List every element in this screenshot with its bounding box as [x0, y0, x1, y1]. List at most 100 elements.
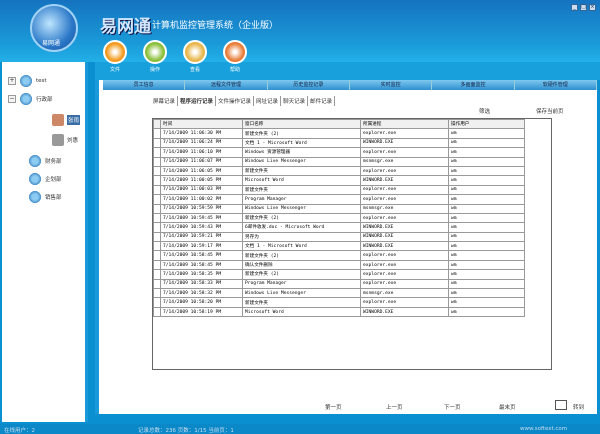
first-page-link[interactable]: 第一页 [325, 403, 342, 411]
records-grid: 时间 窗口名称 所属进程 操作用户 7/14/2009 11:06:30 PM 新建文件夹… [152, 118, 552, 370]
tab-4[interactable]: 多画面监控 [432, 80, 515, 90]
table-cell: msnmsgr.exe [360, 156, 449, 167]
table-row[interactable]: 7/14/2009 10:58:20 PM 新建文件夹 explorer.exe wm [153, 297, 525, 308]
user-computer-icon [52, 134, 64, 146]
row-selector[interactable] [153, 288, 161, 299]
row-selector[interactable] [153, 128, 161, 139]
goto-button[interactable]: 转到 [573, 403, 584, 411]
table-row[interactable]: 7/14/2009 10:58:45 PM 新建文件夹 (2) explorer.e… [153, 250, 525, 261]
table-cell: 文档 1 - Microsoft Word [242, 137, 361, 149]
row-selector[interactable] [153, 231, 161, 243]
table-row[interactable]: 7/14/2009 10:59:17 PM 文档 1 - Microsoft Wo… [153, 241, 525, 252]
expand-toggle[interactable]: + [8, 77, 16, 85]
row-selector[interactable] [153, 278, 161, 290]
row-selector[interactable] [153, 241, 161, 252]
row-selector[interactable] [153, 194, 161, 205]
row-selector-header [153, 118, 161, 130]
column-header[interactable]: 操作用户 [448, 118, 525, 130]
row-selector[interactable] [153, 306, 161, 318]
table-cell: Program Manager [242, 278, 361, 290]
tree-node-finance[interactable]: 财务部 [45, 157, 62, 165]
table-cell: 7/14/2009 11:06:30 PM [160, 128, 243, 139]
status-bar: 在线用户：2 记录总数：236 页数：1/15 当前页：1 www.softex… [0, 424, 600, 434]
toolbar-button-1[interactable]: 操作 [140, 40, 170, 73]
maximize-button[interactable]: □ [580, 4, 587, 11]
subtab-2[interactable]: 文件操作记录 [216, 96, 255, 106]
table-row[interactable]: 7/14/2009 11:00:05 PM Microsoft Word WINWO… [153, 175, 525, 186]
tree-node-user2[interactable]: 刘惠 [67, 136, 78, 144]
table-row[interactable]: 7/14/2009 10:58:35 PM 新建文件夹 (2) explorer.e… [153, 269, 525, 280]
toolbar-label: 查看 [189, 67, 200, 73]
toolbar-button-0[interactable]: 文件 [100, 40, 130, 73]
column-header[interactable]: 窗口名称 [242, 118, 361, 130]
row-selector[interactable] [153, 147, 161, 158]
table-row[interactable]: 7/14/2009 11:00:03 PM 新建文件夹 explorer.exe wm [153, 184, 525, 196]
column-header[interactable]: 所属进程 [360, 118, 449, 130]
table-cell: 7/14/2009 10:58:45 PM [160, 250, 243, 261]
filter-link[interactable]: 筛选 [479, 107, 490, 115]
subtab-3[interactable]: 网址记录 [254, 96, 282, 106]
table-cell: Windows Live Messenger [242, 203, 361, 214]
table-cell: wm [448, 259, 525, 271]
save-current-page-link[interactable]: 保存当前页 [536, 107, 564, 115]
table-row[interactable]: 7/14/2009 10:59:21 PM 另存为 WINWORD.EXE wm [153, 231, 525, 243]
goto-page-input[interactable] [555, 400, 567, 410]
tab-0[interactable]: 员工信息 [103, 80, 186, 90]
table-row[interactable]: 7/14/2009 10:58:33 PM Program Manager expl… [153, 278, 525, 290]
row-selector[interactable] [153, 269, 161, 280]
subtab-0[interactable]: 屏幕记录 [151, 96, 179, 106]
tree-node-sales[interactable]: 销售部 [45, 193, 62, 201]
table-row[interactable]: 7/14/2009 11:06:24 PM 文档 1 - Microsoft Wo… [153, 137, 525, 149]
tab-2[interactable]: 历史监控记录 [268, 80, 350, 90]
table-cell: explorer.exe [360, 147, 449, 158]
table-row[interactable]: 7/14/2009 10:59:59 PM Windows Live Messen… [153, 203, 525, 214]
row-selector[interactable] [153, 175, 161, 186]
table-cell: wm [448, 297, 525, 308]
table-row[interactable]: 7/14/2009 11:00:02 PM Program Manager expl… [153, 194, 525, 205]
table-cell: wm [448, 222, 525, 233]
tab-5[interactable]: 软硬件管理 [515, 80, 597, 90]
row-selector[interactable] [153, 165, 161, 177]
table-row[interactable]: 7/14/2009 10:58:19 PM Microsoft Word WINWO… [153, 306, 525, 318]
toolbar-button-3[interactable]: 帮助 [220, 40, 250, 73]
prev-page-link[interactable]: 上一页 [386, 403, 403, 411]
table-row[interactable]: 7/14/2009 10:58:32 PM Windows Live Messen… [153, 288, 525, 299]
row-selector[interactable] [153, 156, 161, 167]
row-selector[interactable] [153, 250, 161, 261]
tree-node-planning[interactable]: 企划部 [45, 175, 62, 183]
tree-node-admin[interactable]: 行政部 [36, 95, 53, 103]
subtab-5[interactable]: 邮件记录 [308, 96, 336, 106]
next-page-link[interactable]: 下一页 [444, 403, 461, 411]
row-selector[interactable] [153, 222, 161, 233]
table-row[interactable]: 7/14/2009 10:59:45 PM 新建文件夹 (2) explorer.e… [153, 212, 525, 224]
column-header[interactable]: 时间 [160, 118, 243, 130]
row-selector[interactable] [153, 137, 161, 149]
toolbar-label: 帮助 [229, 67, 240, 73]
tree-node-test[interactable]: test [36, 78, 47, 84]
row-selector[interactable] [153, 184, 161, 196]
tab-3[interactable]: 实时监控 [350, 80, 433, 90]
toolbar-button-2[interactable]: 查看 [180, 40, 210, 73]
row-selector[interactable] [153, 259, 161, 271]
tree-node-user1[interactable]: 张雨 [67, 115, 81, 125]
table-row[interactable]: 7/14/2009 10:58:45 PM 确认文件删除 explorer.exe w… [153, 259, 525, 271]
row-selector[interactable] [153, 297, 161, 308]
tab-1[interactable]: 远程文件管理 [185, 80, 268, 90]
minimize-button[interactable]: _ [571, 4, 578, 11]
table-cell: 确认文件删除 [242, 259, 361, 271]
table-row[interactable]: 7/14/2009 11:06:05 PM 新建文件夹 explorer.exe wm [153, 165, 525, 177]
table-row[interactable]: 7/14/2009 11:06:10 PM Windows 资源管理器 explor… [153, 147, 525, 158]
table-row[interactable]: 7/14/2009 11:06:07 PM Windows Live Messen… [153, 156, 525, 167]
row-selector[interactable] [153, 212, 161, 224]
table-cell: wm [448, 137, 525, 149]
close-button[interactable]: × [589, 4, 596, 11]
subtab-1[interactable]: 程序运行记录 [178, 96, 217, 106]
last-page-link[interactable]: 最末页 [499, 403, 516, 411]
table-cell: 7/14/2009 11:00:03 PM [160, 184, 243, 196]
table-row[interactable]: 7/14/2009 10:59:43 PM 6邮件收发.doc - Microso… [153, 222, 525, 233]
collapse-toggle[interactable]: − [8, 95, 16, 103]
table-cell: wm [448, 269, 525, 280]
table-row[interactable]: 7/14/2009 11:06:30 PM 新建文件夹 (2) explorer.e… [153, 128, 525, 139]
subtab-4[interactable]: 聊天记录 [281, 96, 309, 106]
row-selector[interactable] [153, 203, 161, 214]
